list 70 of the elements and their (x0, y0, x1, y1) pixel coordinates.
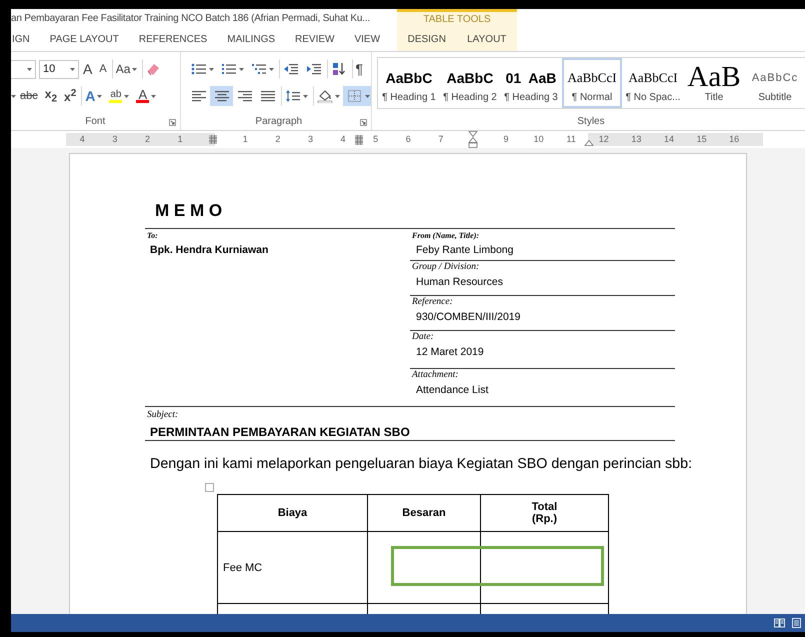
field-value: 12 Maret 2019 (415, 345, 485, 360)
ribbon-tab[interactable]: MAILINGS (217, 28, 286, 51)
field-value: Feby Rante Limbong (415, 243, 514, 258)
column-header: Biaya (218, 494, 368, 532)
group-label: Paragraph (254, 116, 304, 129)
ruler-number: 1 (242, 133, 248, 146)
group-label: Font (84, 116, 106, 129)
ribbon-tab[interactable]: VIEW (344, 28, 390, 51)
column-header: Besaran (368, 494, 480, 532)
ruler-number: 3 (308, 133, 313, 146)
field-value: Bpk. Hendra Kurniawan (149, 243, 270, 258)
field-label: To: (146, 230, 159, 241)
contextual-tab-header: TABLE TOOLS (397, 9, 517, 28)
body-text: Dengan ini kami melaporkan pengeluaran biaya Kegiatan SBO dengan perincian sbb: (150, 456, 694, 472)
column-header: Total (Rp.) (480, 494, 608, 532)
ribbon-tab[interactable]: LAYOUT (457, 28, 516, 51)
memo-title: M E M O (155, 201, 224, 222)
field-label: From (Name, Title): (411, 230, 480, 241)
highlight-button[interactable]: ab (105, 86, 132, 106)
ribbon-tab[interactable]: DESIGN (398, 28, 456, 51)
ruler-number: 7 (438, 133, 444, 146)
ruler-number: 13 (631, 133, 642, 146)
strikethrough-button[interactable]: abc (16, 86, 41, 106)
ruler-number: 14 (664, 133, 674, 146)
style-item[interactable]: 01 AaB ¶ Heading 3 (501, 58, 561, 108)
style-item[interactable]: AaBbCcI ¶ No Spac... (623, 58, 683, 108)
ruler-number: 16 (729, 133, 740, 146)
style-item[interactable]: AaBbC ¶ Heading 1 (379, 58, 439, 108)
font-color-button[interactable]: A (132, 86, 160, 106)
window-title: an Pembayaran Fee Fasilitator Training NCO Batch 186 (Afrian Permadi, Suhat Ku... (11, 12, 371, 26)
field-label: Subject: (146, 409, 180, 421)
field-value: 930/COMBEN/III/2019 (415, 310, 522, 325)
ruler-number: 5 (373, 133, 378, 146)
field-label: Group / Division: (411, 261, 480, 273)
subject-text: PERMINTAAN PEMBAYARAN KEGIATAN SBO (149, 424, 411, 440)
ruler-number: 9 (504, 133, 509, 146)
ruler-number: 2 (144, 133, 150, 146)
field-label: Attachment: (410, 369, 460, 381)
grow-font-button[interactable]: A (79, 59, 96, 79)
field-label: Reference: (411, 296, 454, 308)
style-item[interactable]: AaBbCc Subtitle (745, 58, 805, 108)
style-item[interactable]: AaBbC ¶ Heading 2 (440, 58, 500, 108)
field-value: Human Resources (415, 275, 504, 290)
ruler-number: 1 (178, 133, 183, 146)
ribbon-tab[interactable]: PAGE LAYOUT (40, 28, 129, 51)
ruler-number: 12 (598, 133, 609, 146)
script-button[interactable]: x$_{2}$ (40, 86, 60, 106)
ruler-number: 11 (566, 133, 576, 146)
script-button[interactable]: x$^{2}$ (60, 86, 80, 106)
ruler-number: 10 (534, 133, 544, 146)
text-effects-button[interactable]: A (81, 86, 106, 106)
ribbon-tab[interactable]: REFERENCES (128, 28, 218, 51)
ruler-number: 4 (340, 133, 346, 146)
table-cell: Fee MC (218, 532, 368, 604)
font-size-field[interactable]: 10 (39, 60, 79, 78)
change-case-button[interactable]: Aa (112, 59, 140, 79)
group-label: Styles (576, 116, 606, 129)
ribbon-tab[interactable]: REVIEW (285, 28, 344, 51)
ribbon-tab[interactable]: IGN (11, 28, 40, 51)
field-value: Attendance List (415, 383, 490, 398)
ruler-number: 2 (275, 133, 280, 146)
style-item[interactable]: AaB Title (684, 58, 744, 108)
ruler-number: 3 (112, 133, 118, 146)
shrink-font-button[interactable]: A (95, 59, 110, 79)
style-item[interactable]: AaBbCcI ¶ Normal (562, 58, 622, 108)
ruler-number: 4 (80, 133, 85, 146)
ruler-number: 6 (406, 133, 411, 146)
marks-button[interactable]: ¶ (352, 59, 366, 79)
field-label: Date: (411, 331, 435, 343)
ruler-number: 15 (696, 133, 707, 146)
